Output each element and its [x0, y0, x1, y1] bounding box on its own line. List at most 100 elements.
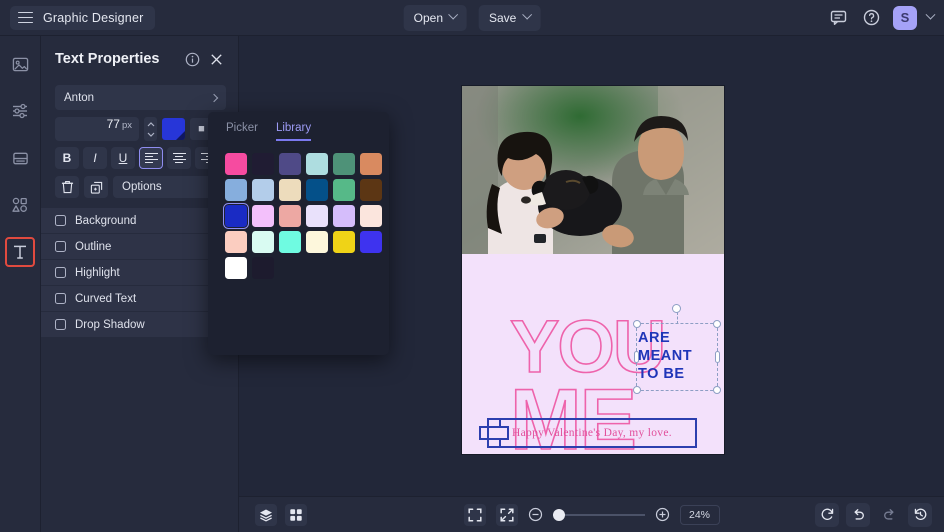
color-swatch-21[interactable]	[306, 231, 328, 253]
comment-icon	[830, 9, 847, 26]
color-swatch-24[interactable]	[225, 257, 247, 279]
sidebar-item-image[interactable]	[5, 49, 35, 79]
top-bar-center: Open Save	[404, 5, 541, 31]
duplicate-button[interactable]	[84, 176, 108, 198]
checkbox-0[interactable]	[55, 215, 66, 226]
open-button[interactable]: Open	[404, 5, 467, 31]
color-swatch-18[interactable]	[225, 231, 247, 253]
font-family-select[interactable]: Anton	[55, 85, 226, 110]
color-swatch-22[interactable]	[333, 231, 355, 253]
sidebar-item-adjustments[interactable]	[5, 96, 35, 126]
checkbox-1[interactable]	[55, 241, 66, 252]
selected-text-line: MEANT	[638, 347, 720, 365]
artboard[interactable]: YOU ME AREMEANTTO BE Happy Valentine's D…	[462, 86, 724, 454]
color-swatch-1[interactable]	[252, 153, 274, 175]
zoom-minus-icon[interactable]	[528, 507, 543, 522]
tab-library[interactable]: Library	[276, 122, 311, 141]
color-swatch-23[interactable]	[360, 231, 382, 253]
copy-icon	[90, 181, 103, 194]
color-swatch-10[interactable]	[333, 179, 355, 201]
zoom-slider-knob[interactable]	[553, 509, 565, 521]
color-swatch-19[interactable]	[252, 231, 274, 253]
color-swatch-11[interactable]	[360, 179, 382, 201]
color-swatch-16[interactable]	[333, 205, 355, 227]
avatar[interactable]: S	[893, 6, 917, 30]
color-swatch-12[interactable]	[225, 205, 247, 227]
color-swatch-6[interactable]	[225, 179, 247, 201]
save-button[interactable]: Save	[479, 5, 540, 31]
chevron-down-icon	[522, 10, 532, 20]
underline-label: U	[119, 151, 128, 165]
resize-handle-bottom-left[interactable]	[633, 386, 641, 394]
redo-button[interactable]	[877, 503, 901, 527]
font-size-stepper[interactable]	[144, 117, 157, 141]
rotate-handle[interactable]	[672, 304, 681, 313]
couple-with-dog-photo[interactable]	[462, 86, 724, 254]
help-button[interactable]	[860, 6, 883, 29]
underline-button[interactable]: U	[111, 147, 135, 169]
checkbox-4[interactable]	[55, 319, 66, 330]
toggle-label: Highlight	[75, 267, 120, 279]
save-label: Save	[489, 11, 516, 25]
color-swatch-5[interactable]	[360, 153, 382, 175]
feedback-button[interactable]	[827, 6, 850, 29]
history-icon	[913, 507, 928, 522]
color-swatch-7[interactable]	[252, 179, 274, 201]
color-swatch-8[interactable]	[279, 179, 301, 201]
app-menu-button[interactable]: Graphic Designer	[10, 6, 155, 30]
refresh-button[interactable]	[815, 503, 839, 527]
sidebar-item-text[interactable]	[5, 237, 35, 267]
bottom-bar-left	[255, 504, 307, 526]
bold-button[interactable]: B	[55, 147, 79, 169]
resize-handle-bottom-right[interactable]	[713, 386, 721, 394]
color-swatch-15[interactable]	[306, 205, 328, 227]
bold-label: B	[63, 151, 72, 165]
delete-button[interactable]	[55, 176, 79, 198]
font-family-value: Anton	[64, 92, 211, 104]
resize-handle-top-right[interactable]	[713, 320, 721, 328]
color-swatch-13[interactable]	[252, 205, 274, 227]
checkbox-3[interactable]	[55, 293, 66, 304]
color-swatch-17[interactable]	[360, 205, 382, 227]
tab-picker[interactable]: Picker	[226, 122, 258, 141]
layers-button[interactable]	[255, 504, 277, 526]
color-swatch-20[interactable]	[279, 231, 301, 253]
color-swatch-25[interactable]	[252, 257, 274, 279]
color-swatch-0[interactable]	[225, 153, 247, 175]
align-left-button[interactable]	[139, 147, 163, 169]
zoom-level-value[interactable]: 24%	[680, 505, 720, 525]
grid-button[interactable]	[285, 504, 307, 526]
avatar-chevron-down-icon[interactable]	[926, 10, 936, 20]
sidebar-item-shapes[interactable]	[5, 190, 35, 220]
color-swatch-4[interactable]	[333, 153, 355, 175]
color-swatch-3[interactable]	[306, 153, 328, 175]
top-bar: Graphic Designer Open Save	[0, 0, 944, 36]
font-size-input[interactable]: 77 px	[55, 117, 139, 141]
text-color-swatch[interactable]	[162, 118, 185, 140]
italic-button[interactable]: I	[83, 147, 107, 169]
undo-button[interactable]	[846, 503, 870, 527]
selected-text-object[interactable]: AREMEANTTO BE	[638, 329, 720, 387]
checkbox-2[interactable]	[55, 267, 66, 278]
shrink-button[interactable]	[496, 504, 518, 526]
chevron-up-icon	[147, 122, 155, 127]
resize-handle-top-left[interactable]	[633, 320, 641, 328]
refresh-icon	[820, 507, 835, 522]
font-size-value: 77	[107, 117, 120, 131]
panel-info-button[interactable]	[182, 49, 202, 69]
open-label: Open	[414, 11, 443, 25]
sidebar-item-frame[interactable]	[5, 143, 35, 173]
panel-close-button[interactable]	[206, 49, 226, 69]
fit-screen-button[interactable]	[464, 504, 486, 526]
hamburger-icon	[18, 12, 33, 24]
color-swatch-2[interactable]	[279, 153, 301, 175]
panel-header: Text Properties	[41, 36, 238, 79]
zoom-slider[interactable]	[553, 514, 645, 516]
align-center-button[interactable]	[167, 147, 191, 169]
bottom-bar: 24%	[239, 496, 944, 532]
zoom-plus-icon[interactable]	[655, 507, 670, 522]
color-swatch-9[interactable]	[306, 179, 328, 201]
ribbon-text-box[interactable]: Happy Valentine's Day, my love.	[487, 418, 697, 448]
color-swatch-14[interactable]	[279, 205, 301, 227]
history-button[interactable]	[908, 503, 932, 527]
